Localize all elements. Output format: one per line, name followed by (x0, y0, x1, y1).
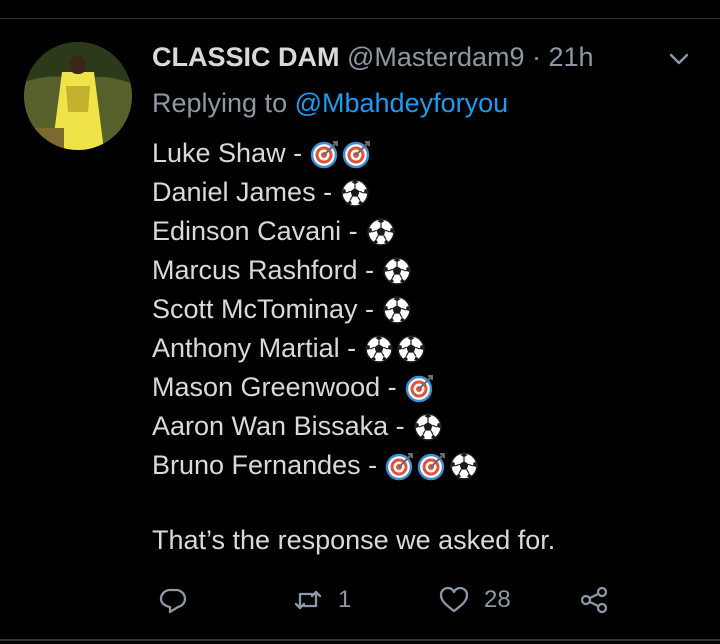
target-icon (385, 451, 415, 481)
soccer-ball-icon (382, 256, 412, 286)
soccer-ball-icon (364, 334, 394, 364)
replying-to-label: Replying to (152, 88, 288, 118)
player-label: Bruno Fernandes - (152, 450, 378, 480)
author-name[interactable]: CLASSIC DAM (152, 42, 340, 72)
bottom-divider (0, 639, 720, 641)
retweet-button[interactable]: 1 (292, 584, 351, 616)
replying-to: Replying to @Mbahdeyforyou (152, 86, 508, 120)
player-label: Aaron Wan Bissaka - (152, 411, 405, 441)
like-button[interactable]: 28 (438, 584, 511, 616)
player-label: Luke Shaw - (152, 138, 303, 168)
soccer-ball-icon (366, 217, 396, 247)
tweet-closing-text: That’s the response we asked for. (152, 525, 556, 555)
heart-icon (438, 584, 470, 616)
separator-dot: · (532, 42, 541, 72)
tweet-line: Daniel James - (152, 173, 479, 212)
tweet-line: Luke Shaw - (152, 134, 479, 173)
share-icon (578, 584, 610, 616)
retweet-icon (292, 584, 324, 616)
share-button[interactable] (578, 584, 610, 616)
author-handle[interactable]: @Masterdam9 (347, 42, 524, 72)
soccer-ball-icon (413, 412, 443, 442)
tweet-line: Edinson Cavani - (152, 212, 479, 251)
player-label: Daniel James - (152, 177, 333, 207)
target-icon (417, 451, 447, 481)
retweet-count: 1 (338, 586, 352, 613)
soccer-ball-icon (382, 295, 412, 325)
chevron-down-icon[interactable] (664, 44, 694, 74)
player-label: Mason Greenwood - (152, 372, 397, 402)
reply-icon (157, 584, 189, 616)
tweet-line: Aaron Wan Bissaka - (152, 407, 479, 446)
tweet-line: Mason Greenwood - (152, 368, 479, 407)
player-label: Edinson Cavani - (152, 216, 358, 246)
tweet-line: Anthony Martial - (152, 329, 479, 368)
soccer-ball-icon (340, 178, 370, 208)
top-divider (0, 18, 720, 19)
reply-button[interactable] (157, 584, 189, 616)
tweet-line: Scott McTominay - (152, 290, 479, 329)
avatar[interactable] (24, 42, 132, 150)
tweet-time[interactable]: 21h (549, 42, 594, 72)
target-icon (310, 139, 340, 169)
tweet-body: Luke Shaw - Daniel James - Edinson Cavani … (152, 134, 479, 485)
target-icon (342, 139, 372, 169)
reply-mention-link[interactable]: @Mbahdeyforyou (295, 88, 509, 118)
player-label: Scott McTominay - (152, 294, 375, 324)
player-label: Anthony Martial - (152, 333, 357, 363)
player-label: Marcus Rashford - (152, 255, 375, 285)
tweet-line: Bruno Fernandes - (152, 446, 479, 485)
like-count: 28 (484, 586, 511, 613)
soccer-ball-icon (449, 451, 479, 481)
tweet-actions: 1 28 (0, 584, 720, 624)
soccer-ball-icon (396, 334, 426, 364)
target-icon (405, 373, 435, 403)
tweet-header: CLASSIC DAM @Masterdam9 · 21h (152, 40, 594, 74)
tweet-line: Marcus Rashford - (152, 251, 479, 290)
